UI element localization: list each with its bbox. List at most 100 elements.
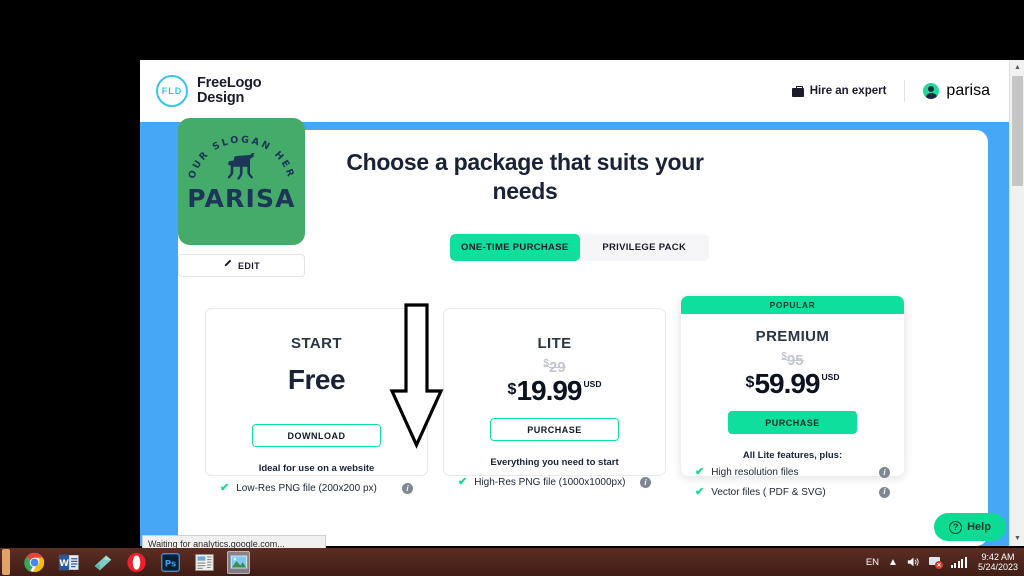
question-mark-icon: ?: [949, 520, 963, 534]
plan-lite-currency: $: [507, 380, 517, 398]
tab-privilege-pack-label: PRIVILEGE PACK: [602, 242, 687, 253]
user-menu[interactable]: parisa: [923, 82, 990, 100]
check-icon: ✔: [695, 485, 705, 498]
language-indicator[interactable]: EN: [866, 557, 879, 568]
taskbar-photos-icon[interactable]: [227, 550, 250, 574]
tab-privilege-pack[interactable]: PRIVILEGE PACK: [580, 234, 710, 261]
plan-lite-price: $29 $ 19.99 USD: [444, 358, 665, 410]
plan-premium-feature-0: ✔ High resolution files i: [695, 466, 890, 481]
taskbar-photoshop-icon[interactable]: Ps: [159, 551, 182, 574]
brand-logo[interactable]: FLD FreeLogo Design: [156, 74, 262, 107]
pricing-plans: START Free DOWNLOAD Ideal for use on a w…: [205, 296, 904, 498]
header-divider: [904, 80, 906, 102]
briefcase-icon: [791, 85, 804, 97]
plan-start-cta-button[interactable]: DOWNLOAD: [252, 424, 381, 447]
plan-premium-feature-1: ✔ Vector files ( PDF & SVG) i: [695, 486, 890, 501]
hire-an-expert-label: Hire an expert: [809, 85, 887, 97]
brand-line-2: Design: [197, 90, 245, 106]
check-icon: ✔: [695, 466, 705, 478]
info-icon[interactable]: i: [402, 483, 413, 494]
scroll-up-icon[interactable]: ▲: [1010, 60, 1024, 75]
popular-badge: POPULAR: [681, 296, 904, 314]
site-header: FLD FreeLogo Design Hire an expert paris…: [140, 60, 1004, 122]
plan-start-subtitle: Ideal for use on a website: [258, 463, 375, 474]
plan-lite-cta-label: PURCHASE: [527, 424, 582, 435]
plan-lite-usd: USD: [583, 378, 602, 389]
desktop-screen: FLD FreeLogo Design Hire an expert paris…: [0, 0, 1024, 576]
tab-one-time-purchase-label: ONE-TIME PURCHASE: [461, 242, 569, 253]
plan-premium-feature-0-text: High resolution files: [711, 467, 799, 478]
taskbar-word-icon[interactable]: W: [57, 551, 80, 574]
plan-lite-subtitle: Everything you need to start: [490, 457, 619, 468]
download-pointer-arrow-icon: [389, 303, 444, 449]
plan-premium-usd: USD: [821, 371, 840, 382]
logo-preview-tile[interactable]: YOUR SLOGAN HERE PARISA: [178, 118, 305, 245]
plan-premium-price: $95 $ 59.99 USD: [681, 351, 904, 403]
svg-text:Ps: Ps: [165, 559, 176, 569]
plan-start-cta-label: DOWNLOAD: [287, 430, 346, 441]
clock-date: 5/24/2023: [977, 562, 1018, 572]
plan-card-lite: LITE $29 $ 19.99 USD PURCHASE Everything…: [443, 308, 666, 488]
dog-silhouette-icon: [227, 153, 255, 180]
network-disconnected-icon[interactable]: ✕: [928, 556, 943, 569]
plan-premium-cta-button[interactable]: PURCHASE: [728, 411, 857, 434]
plan-lite-name: LITE: [537, 335, 572, 352]
plan-lite-cta-button[interactable]: PURCHASE: [490, 418, 619, 441]
start-button[interactable]: [2, 549, 10, 575]
page-title: Choose a package that suits your needs: [346, 149, 704, 205]
hire-an-expert-link[interactable]: Hire an expert: [791, 85, 887, 97]
help-widget-label: Help: [967, 521, 991, 533]
brand-line-1: FreeLogo: [197, 74, 262, 91]
plan-premium-price-value: 59.99: [754, 367, 820, 399]
plan-premium-old-price: $95: [781, 351, 804, 369]
signal-strength-icon[interactable]: [950, 556, 967, 568]
plan-card-premium: POPULAR PREMIUM $95 $ 59.99 USD PURCHASE…: [681, 296, 904, 498]
plan-premium-name: PREMIUM: [755, 328, 830, 345]
plan-start-feature-0-text: Low-Res PNG file (200x200 px): [236, 483, 377, 494]
check-icon: ✔: [458, 476, 468, 488]
info-icon[interactable]: i: [879, 486, 890, 498]
plan-start-feature-0: ✔ Low-Res PNG file (200x200 px) i: [220, 482, 413, 497]
clock-time: 9:42 AM: [981, 551, 1015, 562]
clock[interactable]: 9:42 AM 5/24/2023: [978, 552, 1018, 573]
edit-logo-label: EDIT: [237, 260, 261, 271]
taskbar-onenote-icon[interactable]: [91, 551, 114, 574]
brand-name: FreeLogo Design: [197, 74, 262, 106]
browser-status-text: Waiting for analytics.google.com...: [148, 538, 285, 549]
check-icon: ✔: [220, 482, 230, 494]
info-icon[interactable]: i: [879, 467, 890, 478]
volume-icon[interactable]: [907, 556, 920, 568]
scroll-down-icon[interactable]: ▼: [1010, 531, 1024, 546]
taskbar-opera-icon[interactable]: [125, 551, 148, 574]
header-actions: Hire an expert parisa: [791, 80, 990, 102]
show-hidden-icons-chevron-up-icon[interactable]: ▲: [888, 557, 898, 568]
plan-premium-subtitle: All Lite features, plus:: [742, 450, 843, 461]
fld-badge-icon: FLD: [156, 75, 188, 107]
info-icon[interactable]: i: [640, 477, 651, 488]
system-tray: EN ▲ ✕ 9:42 AM 5/24/2023: [866, 552, 1018, 573]
taskbar-publisher-icon[interactable]: [193, 551, 216, 574]
plan-lite-feature-0-text: High-Res PNG file (1000x1000px): [474, 477, 626, 488]
logo-preview-panel: YOUR SLOGAN HERE PARISA EDIT: [178, 118, 305, 277]
taskbar-apps: W Ps: [23, 550, 250, 574]
edit-logo-button[interactable]: EDIT: [178, 254, 305, 277]
plan-lite-current-price: $ 19.99 USD: [444, 374, 665, 406]
taskbar-chrome-icon[interactable]: [23, 551, 46, 574]
plan-premium-currency: $: [745, 373, 755, 391]
plan-lite-price-value: 19.99: [516, 374, 582, 406]
avatar: [923, 83, 940, 99]
browser-viewport: FLD FreeLogo Design Hire an expert paris…: [140, 60, 1024, 546]
tab-one-time-purchase[interactable]: ONE-TIME PURCHASE: [450, 234, 580, 261]
user-name: parisa: [946, 82, 990, 99]
plan-premium-cta-label: PURCHASE: [765, 417, 820, 428]
help-widget-button[interactable]: ? Help: [934, 513, 1006, 541]
plan-lite-old-price: $29: [543, 358, 566, 376]
purchase-mode-tabs: ONE-TIME PURCHASE PRIVILEGE PACK: [450, 234, 709, 261]
scrollbar-thumb[interactable]: [1012, 76, 1023, 186]
plan-premium-current-price: $ 59.99 USD: [681, 367, 904, 399]
svg-text:W: W: [59, 559, 69, 569]
pencil-icon: [223, 261, 232, 270]
page-scrollbar[interactable]: ▲ ▼: [1009, 60, 1024, 546]
logo-title-text: PARISA: [187, 184, 296, 213]
plan-premium-feature-1-text: Vector files ( PDF & SVG): [711, 486, 826, 498]
